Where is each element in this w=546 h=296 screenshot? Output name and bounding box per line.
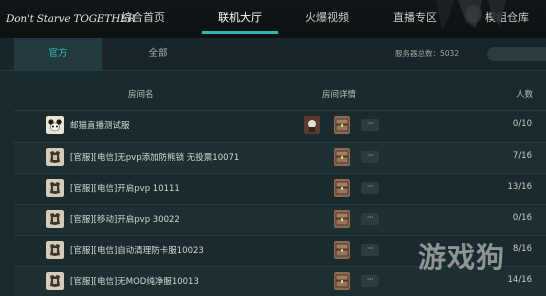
table-row[interactable]: [官服][电信]自动清理防卡服10023 ··· 8/16 — [14, 235, 546, 265]
more-options-button[interactable]: ··· — [361, 213, 379, 225]
tab-official[interactable]: 官方 — [14, 38, 102, 70]
room-name: [官服][电信]开启pvp 10111 — [70, 184, 180, 194]
nav-mods[interactable]: 模组仓库 — [476, 0, 538, 36]
chest-icon[interactable] — [334, 210, 350, 228]
table-row[interactable]: [官服][移动]开启pvp 30022 ··· 0/16 — [14, 204, 546, 234]
official-server-icon — [46, 272, 64, 290]
nav-live[interactable]: 直播专区 — [384, 0, 446, 36]
player-count: 7/16 — [512, 151, 532, 161]
top-navigation-bar: Don't Starve TOGETHER 综合首页 联机大厅 火爆视频 直播专… — [0, 0, 546, 38]
game-logo[interactable]: Don't Starve TOGETHER — [6, 8, 136, 30]
column-room-name: 房间名 — [128, 90, 154, 100]
room-name: [官服][电信]无pvp添加防熊锁 无投票10071 — [70, 153, 240, 163]
chest-icon[interactable] — [334, 272, 350, 290]
server-count: 服务器总数：5032 — [395, 49, 460, 58]
player-count: 8/16 — [512, 244, 532, 254]
table-row[interactable]: [官服][电信]无MOD纯净服10013 ··· 14/16 — [14, 266, 546, 296]
room-name: [官服][电信]自动清理防卡服10023 — [70, 246, 204, 256]
official-server-icon — [46, 179, 64, 197]
nav-active-indicator — [202, 31, 278, 34]
more-options-button[interactable]: ··· — [361, 244, 379, 256]
column-player-count: 人数 — [516, 90, 534, 100]
nav-videos[interactable]: 火爆视频 — [296, 0, 358, 36]
more-options-button[interactable]: ··· — [361, 182, 379, 194]
chest-icon[interactable] — [334, 148, 350, 166]
more-options-button[interactable]: ··· — [361, 119, 379, 131]
player-count: 0/10 — [512, 119, 532, 129]
filter-tab-strip: 官方 全部 服务器总数：5032 — [0, 38, 546, 71]
character-icon[interactable] — [304, 116, 320, 134]
column-room-details: 房间详情 — [322, 90, 357, 100]
room-name: [官服][移动]开启pvp 30022 — [70, 215, 180, 225]
more-options-button[interactable]: ··· — [361, 275, 379, 287]
chest-icon[interactable] — [334, 241, 350, 259]
table-row[interactable]: [官服][电信]开启pvp 10111 ··· 13/16 — [14, 173, 546, 203]
player-count: 13/16 — [507, 182, 533, 192]
table-row[interactable]: [官服][电信]无pvp添加防熊锁 无投票10071 ··· 7/16 — [14, 142, 546, 172]
official-server-icon — [46, 148, 64, 166]
official-server-icon — [46, 241, 64, 259]
official-server-icon — [46, 210, 64, 228]
more-options-button[interactable]: ··· — [361, 151, 379, 163]
chest-icon[interactable] — [334, 116, 350, 134]
search-input[interactable] — [487, 47, 546, 61]
table-row[interactable]: 邮猫直播测试服 ··· 0/10 — [14, 110, 546, 140]
table-header: 房间名 房间详情 人数 — [0, 80, 546, 106]
player-count: 14/16 — [507, 275, 533, 285]
room-name: 邮猫直播测试服 — [70, 121, 130, 131]
room-name: [官服][电信]无MOD纯净服10013 — [70, 277, 199, 287]
panda-avatar-icon — [46, 116, 64, 134]
tab-all[interactable]: 全部 — [122, 38, 194, 70]
chest-icon[interactable] — [334, 179, 350, 197]
player-count: 0/16 — [512, 213, 532, 223]
nav-home[interactable]: 综合首页 — [112, 0, 174, 36]
